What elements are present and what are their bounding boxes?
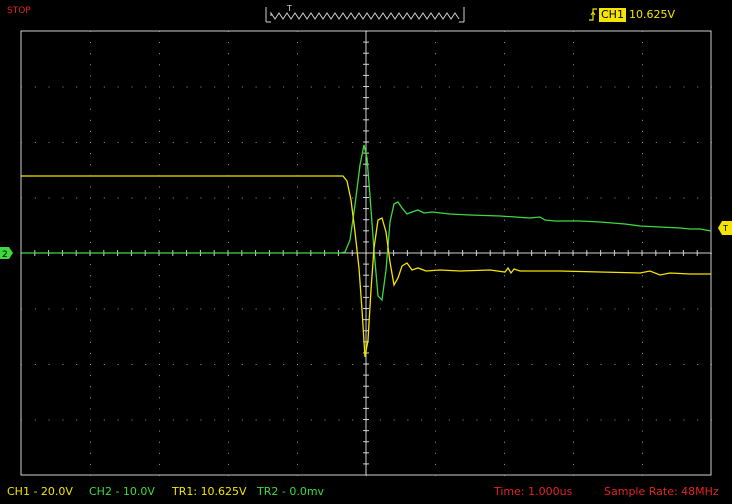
trigger-level-marker-label: T: [722, 224, 728, 233]
ch1-scale-label[interactable]: CH1 - 20.0V: [7, 484, 73, 500]
bottom-status-bar: CH1 - 20.0V CH2 - 10.0V TR1: 10.625V TR2…: [0, 482, 732, 502]
timebase-label[interactable]: Time: 1.000us: [494, 484, 572, 500]
trigger2-label[interactable]: TR2 - 0.0mv: [257, 484, 324, 500]
ch2-scale-label[interactable]: CH2 - 10.0V: [89, 484, 155, 500]
sample-rate-label[interactable]: Sample Rate: 48MHz: [604, 484, 719, 500]
trigger1-label[interactable]: TR1: 10.625V: [172, 484, 247, 500]
ch2-ground-marker[interactable]: 2: [0, 247, 13, 260]
trigger-level-marker[interactable]: T: [718, 221, 732, 235]
scope-display[interactable]: 2 T: [0, 0, 732, 504]
ch2-ground-marker-label: 2: [2, 250, 8, 260]
